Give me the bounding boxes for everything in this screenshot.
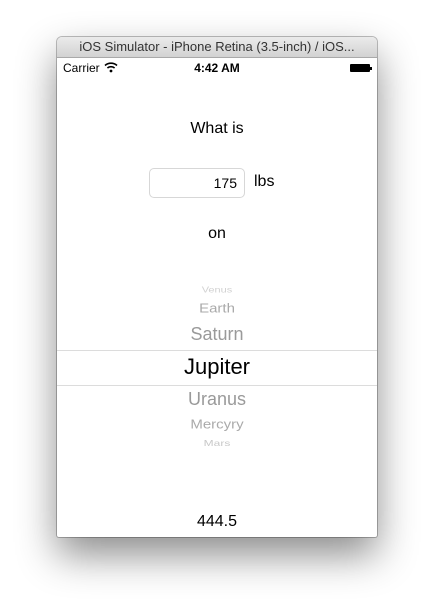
picker-item-venus[interactable]: Venus: [57, 286, 377, 295]
question-label: What is: [190, 120, 244, 137]
picker-selection-bottom-line: [57, 385, 377, 386]
planet-picker[interactable]: Venus Earth Saturn Jupiter Uranus Mercyr…: [57, 280, 377, 457]
unit-label: lbs: [254, 173, 275, 190]
result-value: 444.5: [196, 513, 238, 530]
picker-item-earth[interactable]: Earth: [57, 301, 377, 315]
picker-item-mercyry[interactable]: Mercyry: [57, 417, 377, 431]
battery-icon: [350, 64, 372, 72]
picker-item-mars[interactable]: Mars: [57, 438, 377, 448]
picker-item-jupiter-selected[interactable]: Jupiter: [57, 354, 377, 380]
picker-selection-top-line: [57, 350, 377, 351]
status-time: 4:42 AM: [194, 61, 240, 75]
picker-item-saturn[interactable]: Saturn: [57, 324, 377, 345]
on-label: on: [208, 225, 226, 242]
status-bar: Carrier 4:42 AM: [57, 58, 377, 78]
weight-input[interactable]: [149, 168, 245, 198]
window-title[interactable]: iOS Simulator - iPhone Retina (3.5-inch)…: [57, 37, 377, 58]
picker-item-uranus[interactable]: Uranus: [57, 389, 377, 410]
simulator-window: iOS Simulator - iPhone Retina (3.5-inch)…: [57, 37, 377, 537]
